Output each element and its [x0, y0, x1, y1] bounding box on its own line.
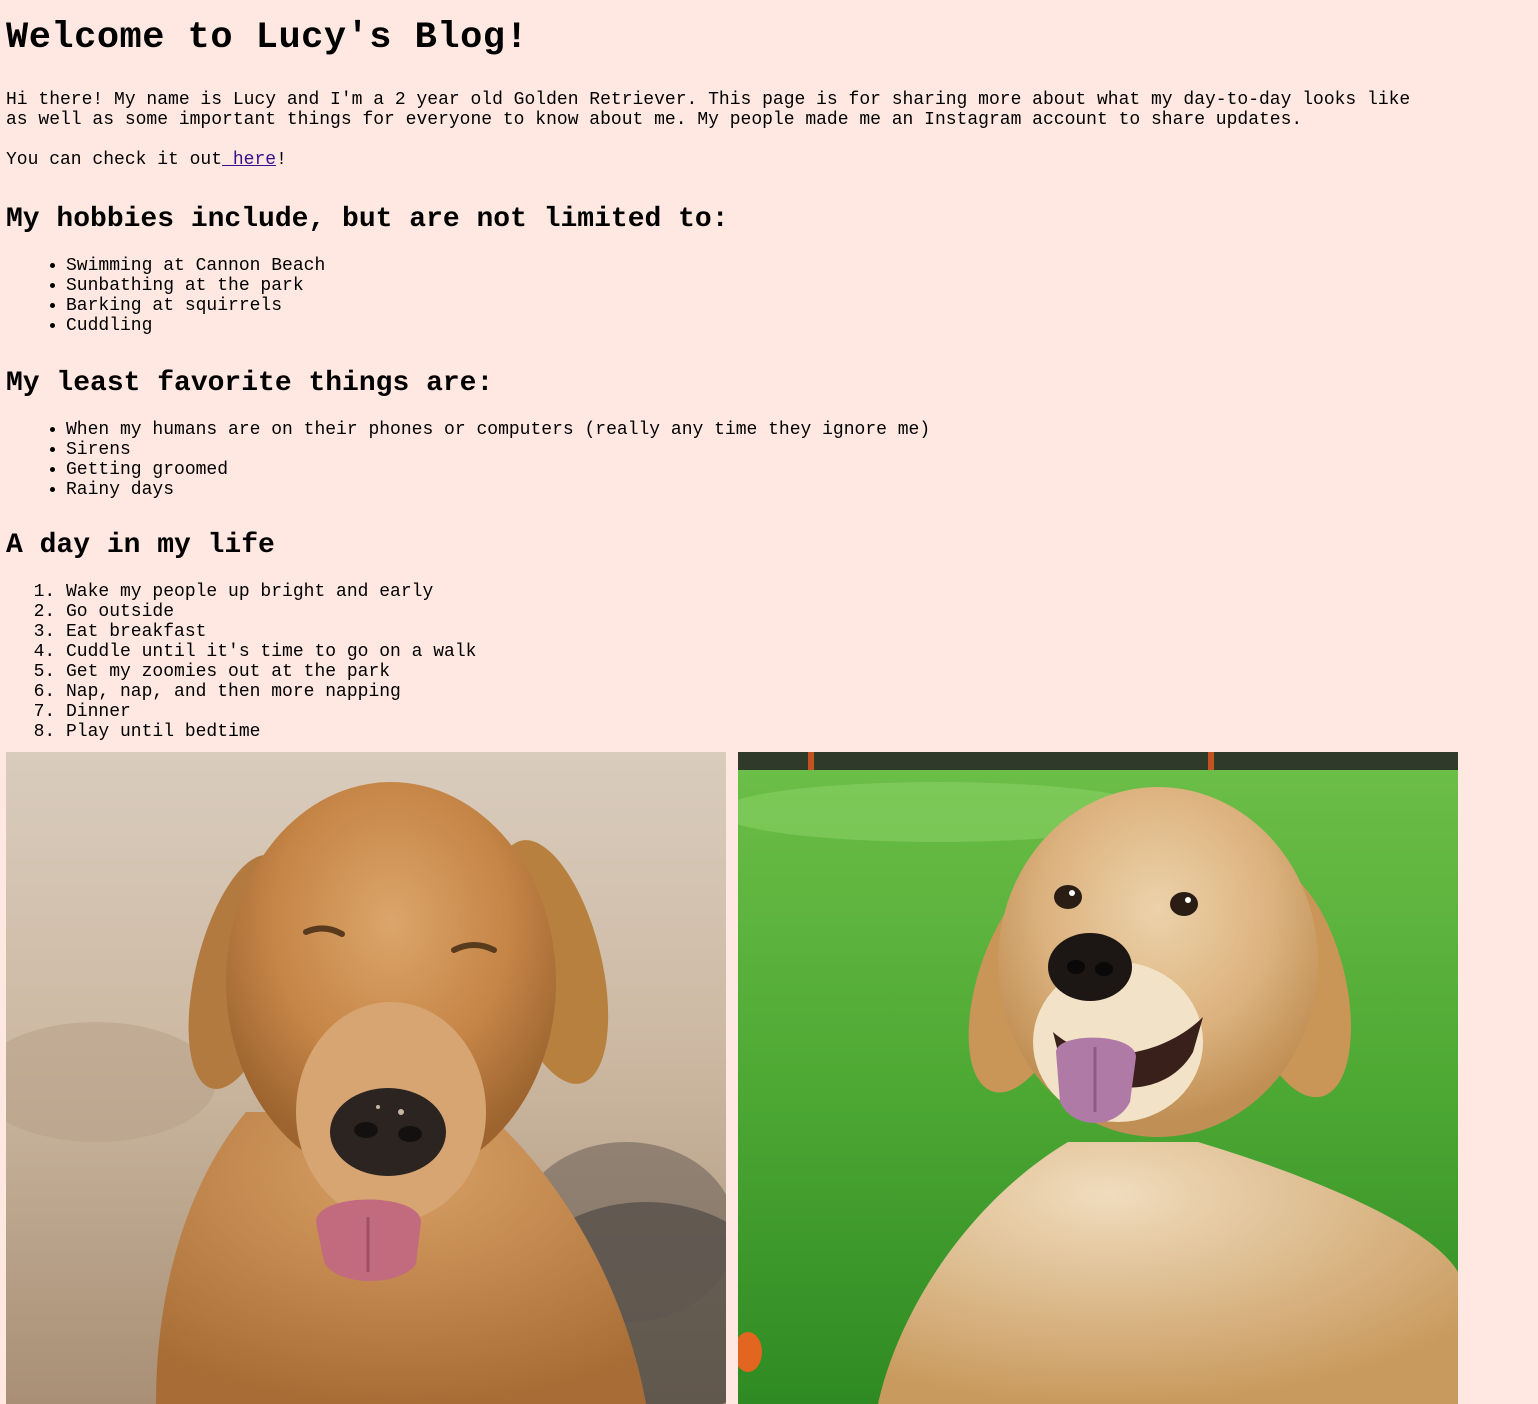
- instagram-prefix: You can check it out: [6, 150, 223, 170]
- list-item: When my humans are on their phones or co…: [66, 420, 1532, 440]
- list-item: Swimming at Cannon Beach: [66, 256, 1532, 276]
- intro-paragraph: Hi there! My name is Lucy and I'm a 2 ye…: [6, 90, 1532, 130]
- instagram-paragraph: You can check it out here!: [6, 150, 1532, 170]
- list-item: Getting groomed: [66, 460, 1532, 480]
- instagram-suffix: !: [276, 150, 287, 170]
- grass-dog-photo: [738, 752, 1458, 1404]
- hobbies-heading: My hobbies include, but are not limited …: [6, 204, 729, 235]
- page-title: Welcome to Lucy's Blog!: [6, 17, 529, 59]
- list-item: Wake my people up bright and early: [66, 582, 1532, 602]
- list-item: Eat breakfast: [66, 622, 1532, 642]
- list-item: Nap, nap, and then more napping: [66, 682, 1532, 702]
- list-item: Play until bedtime: [66, 722, 1532, 742]
- list-item: Cuddling: [66, 316, 1532, 336]
- beach-dog-photo: [6, 752, 726, 1404]
- page-content: Welcome to Lucy's Blog! Hi there! My nam…: [6, 0, 1532, 742]
- intro-line-1: Hi there! My name is Lucy and I'm a 2 ye…: [6, 90, 1411, 110]
- list-item: Sirens: [66, 440, 1532, 460]
- intro-line-2: as well as some important things for eve…: [6, 110, 1303, 130]
- list-item: Rainy days: [66, 480, 1532, 500]
- list-item: Dinner: [66, 702, 1532, 722]
- list-item: Sunbathing at the park: [66, 276, 1532, 296]
- hobbies-list: Swimming at Cannon Beach Sunbathing at t…: [6, 256, 1532, 336]
- least-favorite-list: When my humans are on their phones or co…: [6, 420, 1532, 500]
- list-item: Get my zoomies out at the park: [66, 662, 1532, 682]
- list-item: Go outside: [66, 602, 1532, 622]
- day-in-life-list: Wake my people up bright and early Go ou…: [6, 582, 1532, 742]
- list-item: Barking at squirrels: [66, 296, 1532, 316]
- day-in-life-heading: A day in my life: [6, 530, 275, 561]
- list-item: Cuddle until it's time to go on a walk: [66, 642, 1532, 662]
- least-favorite-heading: My least favorite things are:: [6, 368, 494, 399]
- instagram-link[interactable]: here: [222, 150, 276, 170]
